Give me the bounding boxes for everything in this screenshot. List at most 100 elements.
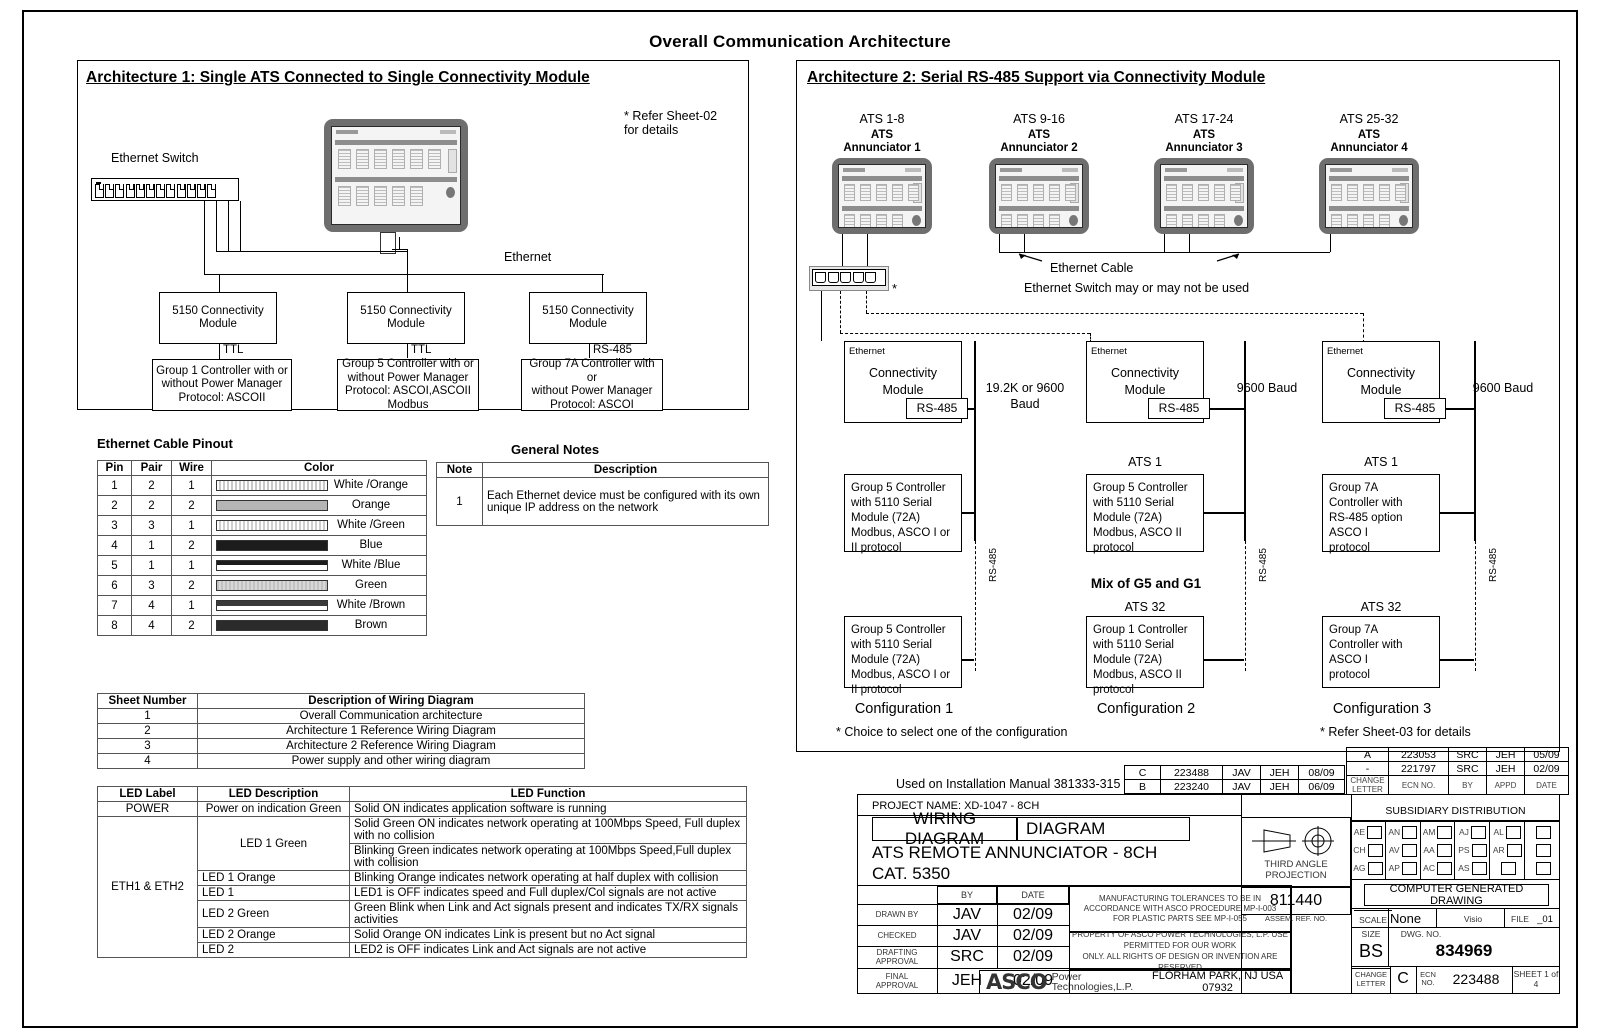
revision-row: C 223488 JAV JEH 08/09 bbox=[1124, 765, 1345, 780]
subsidiary-checkbox[interactable] bbox=[1535, 843, 1551, 857]
signature-header-date: DATE bbox=[997, 886, 1069, 904]
signature-by: JAV bbox=[952, 905, 982, 923]
pinout-pin: 6 bbox=[97, 575, 132, 596]
led-description: LED 2 bbox=[197, 942, 350, 958]
subsidiary-checkbox[interactable] bbox=[1437, 825, 1453, 839]
subsidiary-checkbox[interactable] bbox=[1401, 861, 1417, 875]
rs485-bus-line-dashed bbox=[975, 541, 976, 671]
annunciator-logo-icon bbox=[1000, 168, 1022, 172]
annunciator-cell bbox=[860, 184, 871, 201]
subsidiary-checkbox[interactable] bbox=[1436, 861, 1452, 875]
assem-ref-label: ASSEM. REF. NO. bbox=[1264, 913, 1328, 923]
led-function: Green Blink when Link and Act signals pr… bbox=[349, 900, 747, 928]
pinout-wire: 1 bbox=[171, 475, 212, 496]
general-notes-caption: General Notes bbox=[511, 442, 600, 457]
subsidiary-checkbox[interactable] bbox=[1401, 843, 1417, 857]
sheet-number: 1 bbox=[97, 708, 198, 724]
subsidiary-checkbox[interactable] bbox=[1505, 825, 1521, 839]
ethernet-drop-line bbox=[602, 274, 604, 292]
revision-row: A 223053 SRC JEH 05/09 bbox=[1346, 747, 1569, 762]
revision-row: -221797 SRC JEH 02/09 bbox=[1346, 761, 1569, 776]
annunciator-brand-icon bbox=[1392, 168, 1408, 172]
pinout-color: White /Green bbox=[211, 515, 427, 536]
sheet-description: Overall Communication architecture bbox=[197, 708, 585, 724]
company-sub: Power Technologies,L.P. bbox=[1051, 970, 1134, 993]
subsidiary-checkbox[interactable] bbox=[1535, 825, 1551, 839]
switch-port bbox=[145, 184, 155, 198]
controller-bus-stub bbox=[1440, 659, 1474, 661]
module-name: Connectivity Module bbox=[1110, 366, 1180, 397]
subsidiary-checkbox[interactable] bbox=[1470, 825, 1486, 839]
dashed-link bbox=[1363, 313, 1364, 343]
annunciator-cell bbox=[410, 186, 423, 206]
pinout-color-name: White /Orange bbox=[333, 479, 409, 492]
led-table-header-function: LED Function bbox=[349, 786, 747, 802]
switch-port bbox=[865, 272, 876, 283]
annunciator-brand-icon bbox=[1062, 168, 1078, 172]
annunciator-brand-icon bbox=[1227, 168, 1243, 172]
third-angle-projection: THIRD ANGLE PROJECTION bbox=[1241, 817, 1351, 887]
annunciator-cell bbox=[1065, 184, 1076, 201]
tb-rule bbox=[857, 925, 1069, 927]
wire-color-swatch bbox=[216, 519, 328, 531]
annunciator-band bbox=[1164, 206, 1244, 211]
subsidiary-checkbox[interactable] bbox=[1500, 861, 1516, 875]
subsidiary-checkbox[interactable] bbox=[1506, 843, 1522, 857]
tb-rule bbox=[1291, 885, 1293, 994]
revision-header-cell: CHANGE LETTER bbox=[1346, 775, 1389, 795]
subsidiary-checkbox[interactable] bbox=[1367, 843, 1383, 857]
doc-type-wiring-diagram: WIRING DIAGRAM bbox=[872, 809, 1017, 848]
general-notes-table: Note Description 1 Each Ethernet device … bbox=[436, 462, 769, 526]
sheet-number: 4 bbox=[97, 753, 198, 769]
tb-rule bbox=[857, 946, 1069, 948]
wire-color-swatch bbox=[216, 579, 328, 591]
subsidiary-entry: AS bbox=[1458, 861, 1487, 875]
module-ethernet-label: Ethernet bbox=[849, 346, 885, 357]
subsidiary-checkbox[interactable] bbox=[1535, 861, 1551, 875]
pinout-pair: 4 bbox=[131, 615, 172, 636]
subsidiary-column: AN AV AP bbox=[1386, 821, 1421, 879]
pinout-color-name: Brown bbox=[354, 619, 388, 632]
annunciator-brand-icon bbox=[440, 130, 456, 134]
general-note-number: 1 bbox=[436, 477, 483, 526]
rev-letter: A bbox=[1346, 747, 1389, 762]
subsidiary-checkbox[interactable] bbox=[1471, 843, 1487, 857]
switch-port bbox=[815, 272, 826, 283]
revision-header-row: CHANGE LETTER ECN NO. BY APPD DATE bbox=[1346, 775, 1569, 795]
annunciator-cell bbox=[876, 184, 887, 201]
subsidiary-entry: AA bbox=[1423, 843, 1452, 857]
signature-role: CHECKED bbox=[877, 931, 917, 940]
subsidiary-checkbox[interactable] bbox=[1471, 861, 1487, 875]
rev-letter: C bbox=[1124, 765, 1161, 780]
controller-box: Group 5 Controller with or without Power… bbox=[337, 358, 479, 411]
rev-date: 06/09 bbox=[1298, 779, 1345, 794]
annunciator-screen bbox=[1160, 164, 1248, 228]
ethernet-switch-label: Ethernet Switch bbox=[111, 151, 199, 165]
annunciator-cell bbox=[1331, 184, 1342, 201]
signature-role: DRAWN BY bbox=[875, 910, 919, 919]
subsidiary-checkbox[interactable] bbox=[1402, 825, 1418, 839]
pinout-pair: 1 bbox=[131, 555, 172, 576]
general-note-description: Each Ethernet device must be configured … bbox=[482, 477, 769, 526]
sheet-description: Architecture 1 Reference Wiring Diagram bbox=[197, 723, 585, 739]
sheet-description: Architecture 2 Reference Wiring Diagram bbox=[197, 738, 585, 754]
led-table-header-label: LED Label bbox=[97, 786, 198, 802]
subsidiary-checkbox[interactable] bbox=[1436, 843, 1452, 857]
signature-by: SRC bbox=[950, 948, 984, 965]
revision-header-cell: APPD bbox=[1486, 775, 1525, 795]
annunciator-cell bbox=[860, 214, 871, 227]
rs485-bus-stub bbox=[1210, 408, 1244, 410]
controller-bus-stub bbox=[1204, 512, 1244, 514]
controller-bus-stub bbox=[962, 512, 974, 514]
subsidiary-code-label: AC bbox=[1423, 863, 1435, 873]
mix-label: Mix of G5 and G1 bbox=[1090, 576, 1202, 591]
controller-box: Group 5 Controller with 5110 Serial Modu… bbox=[1086, 474, 1204, 554]
subsidiary-checkbox[interactable] bbox=[1367, 861, 1383, 875]
annunciator-cell bbox=[1049, 184, 1060, 201]
subsidiary-checkbox[interactable] bbox=[1367, 825, 1383, 839]
pinout-color: Green bbox=[211, 575, 427, 596]
annunciator-logo-icon bbox=[1165, 168, 1187, 172]
table-row: 5 1 1 White /Blue bbox=[97, 555, 427, 576]
tb-rule bbox=[1351, 879, 1560, 881]
subsidiary-code-label: AJ bbox=[1458, 827, 1469, 837]
